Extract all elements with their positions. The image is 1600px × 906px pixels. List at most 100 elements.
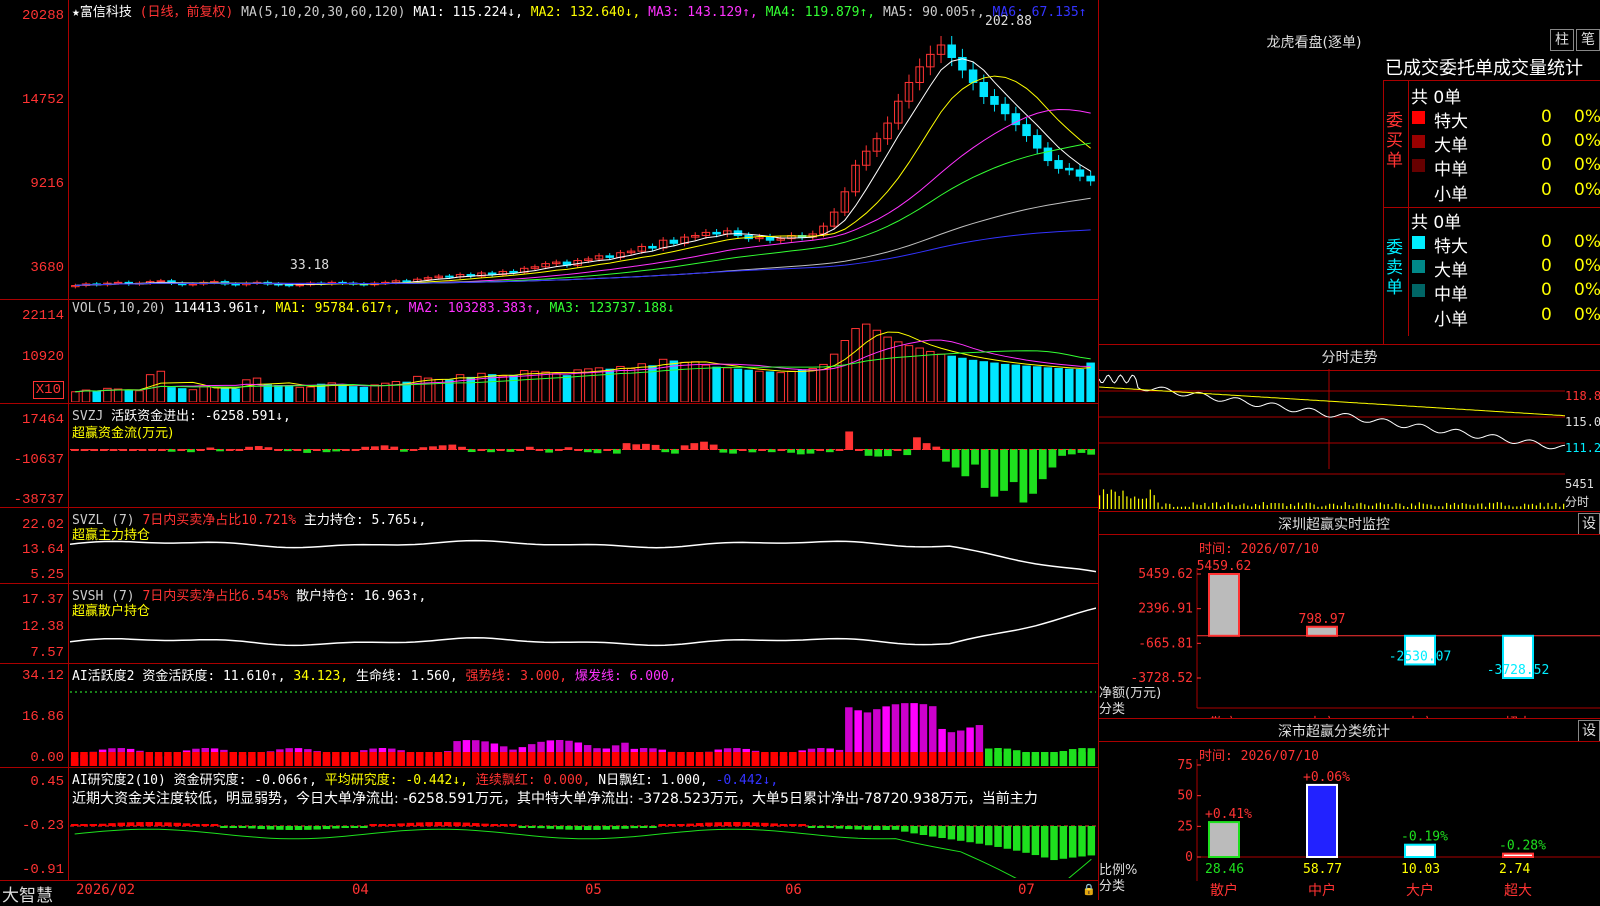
tick-mode-button[interactable]: 笔 [1576,29,1600,51]
price-y-label: 14752 [22,92,64,108]
monitor-category-label: 中户 [1308,715,1336,718]
classify-change-label: +0.06% [1303,770,1350,785]
candle-body [713,232,720,234]
research-bar [677,824,684,826]
research-bar [826,826,833,828]
fund-flow-chart[interactable] [70,424,1096,506]
bar [585,369,592,402]
intraday-y-label: 115.0 [1565,415,1600,429]
intraday-vol-bar [1228,502,1229,509]
intraday-vol-bar [1150,490,1151,509]
activity-base [257,752,264,766]
intraday-vol-bar [1317,507,1318,509]
intraday-chart[interactable] [1099,369,1565,509]
main-holding-pane[interactable]: 22.02 13.64 5.25 SVZL (7) 7日内买卖净占比10.721… [0,508,1098,584]
monitor-settings-button[interactable]: 设 [1578,513,1600,535]
intraday-vol-bar [1528,505,1529,509]
intraday-vol-bar [1189,507,1190,509]
research-bar [780,824,787,826]
intraday-vol-bar [1407,507,1408,509]
bar-mode-button[interactable]: 柱 [1550,29,1574,51]
buy-row-pct: 0% [1574,107,1600,127]
research-bar [407,823,414,826]
activity-base [1078,752,1085,766]
research-bar [724,822,731,826]
price-pane[interactable]: 20288 14752 9216 3680 ★富信科技 (日线，前复权) MA(… [0,0,1098,300]
intraday-vol-bar [1185,507,1186,509]
bar [467,377,474,402]
research-bar [742,822,749,826]
activity-base [174,752,181,766]
ai-research-chart[interactable] [70,808,1096,878]
bar [952,449,959,467]
classify-change-label: -0.19% [1401,830,1448,845]
research-bar [369,824,376,826]
intraday-vol-bar [1255,504,1256,509]
candle-body [296,285,303,286]
classify-chart[interactable]: 75 50 25 0 +0.41% 28.46 散户 +0.06% 58.77 中户 -0.19% 1… [1099,759,1600,900]
intraday-vol-bar [1415,506,1416,509]
ai-research-pane[interactable]: 0.45 -0.23 -0.91 AI研究度2(10) 资金研究度: -0.06… [0,768,1098,880]
research-bar [1022,826,1029,853]
fund-flow-pane[interactable]: 17464 -10637 -38737 SVZJ 活跃资金进出: -6258.5… [0,404,1098,508]
bar [449,445,456,449]
monitor-chart[interactable]: 5459.62 2396.91 -665.81 -3728.52 5459.62 散户 79… [1099,552,1600,718]
research-bar [108,823,115,826]
intraday-vol-bar [1259,505,1260,509]
candlestick-chart[interactable] [70,20,1096,298]
ai-research-header: AI研究度2(10) 资金研究度: -0.066↑, 平均研究度: -0.442… [72,769,778,788]
avg-line [75,340,1090,392]
monitor-value-label: 798.97 [1299,612,1346,627]
date-label: 05 [585,882,602,898]
bar [1087,363,1094,402]
main-holding-chart[interactable] [70,528,1096,582]
stock-name[interactable]: ★富信科技 [72,5,132,20]
volume-pane[interactable]: 22114 10920 X10 VOL(5,10,20) 114413.961↑… [0,300,1098,404]
bar [1059,449,1066,455]
bar [788,371,795,402]
research-bar [1013,826,1020,851]
bar [681,362,688,402]
intraday-vol-bar [1173,507,1174,509]
intraday-panel[interactable]: 分时走势 118.8 115.0 111.2 5451 分时 [1099,345,1600,512]
intraday-vol-bar [1134,497,1135,509]
lock-icon[interactable]: 🔒 [1082,883,1096,896]
volume-chart[interactable] [70,320,1096,402]
bar [211,387,218,402]
intraday-vol-bar [1310,503,1311,509]
bar [980,362,987,402]
activity-base [631,752,638,766]
sell-side-label: 委卖单 [1386,238,1404,298]
candle-body [766,237,773,240]
activity-base [136,752,143,766]
research-bar [1069,826,1076,858]
intraday-vol-bar [1477,504,1478,509]
intraday-vol-bar [1388,504,1389,509]
intraday-vol-bar [1380,503,1381,509]
research-bar [901,826,908,832]
ai-activity-chart[interactable] [70,684,1096,766]
ai-activity-pane[interactable]: 34.12 16.86 0.00 AI活跃度2 资金活跃度: 11.610↑, … [0,664,1098,768]
research-bar [435,822,442,826]
chart-mode: (日线，前复权) [140,5,234,20]
classify-settings-button[interactable]: 设 [1578,720,1600,742]
research-bar [397,823,404,826]
intraday-vol-bar [1458,505,1459,509]
intraday-vol-bar [1177,507,1178,509]
bar [691,362,698,402]
svzl-hold: 主力持仓: 5.765↓, [304,513,426,528]
intraday-vol-bar [1313,504,1314,509]
activity-base [1069,752,1076,766]
price-y-label: 3680 [30,260,64,276]
intraday-vol-bar [1161,507,1162,509]
vol-ma3: MA3: 123737.188↓ [549,301,674,316]
sell-total: 共 0单 [1411,208,1461,233]
fund-flow-y-label: -38737 [14,492,64,508]
retail-holding-pane[interactable]: 17.37 12.38 7.57 SVSH (7) 7日内买卖净占比6.545%… [0,584,1098,664]
buy-row-swatch [1412,111,1425,124]
classify-y-label: 50 [1177,789,1193,804]
bar [962,449,969,475]
retail-holding-chart[interactable] [70,604,1096,662]
research-bar [584,826,591,830]
bar [296,387,303,402]
